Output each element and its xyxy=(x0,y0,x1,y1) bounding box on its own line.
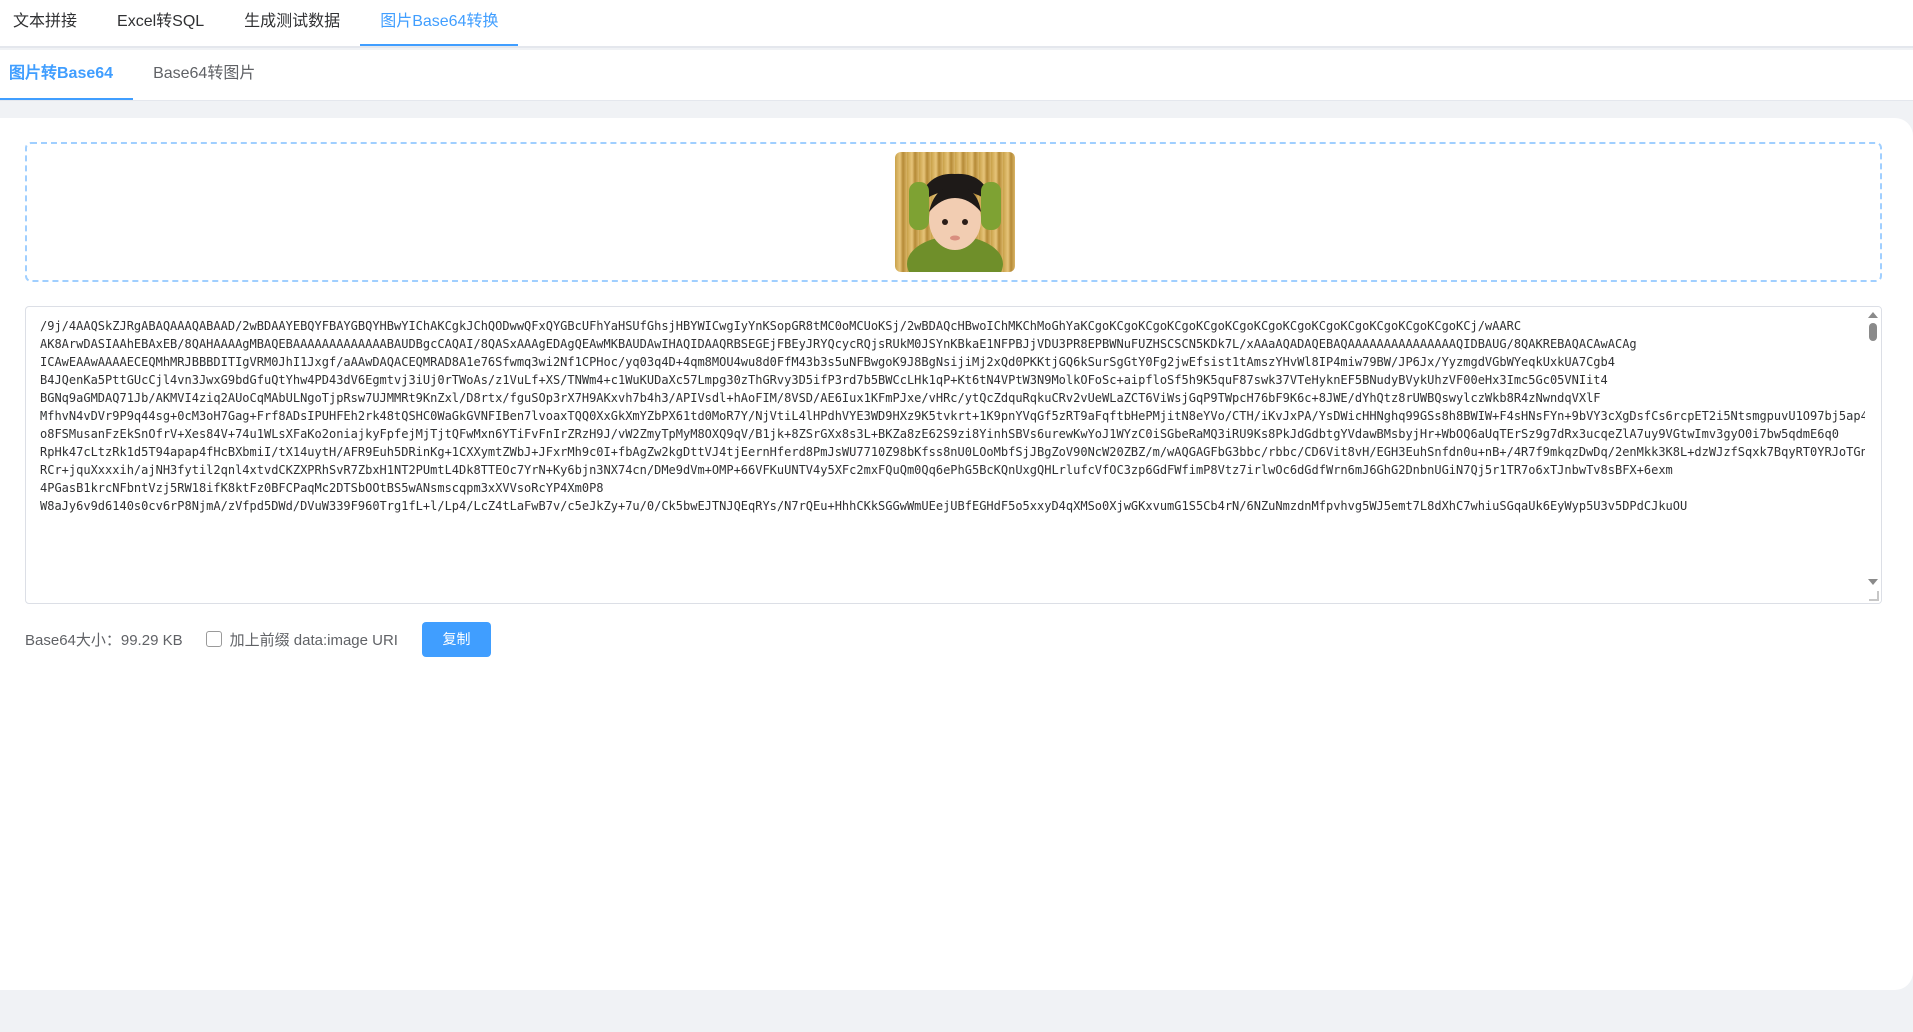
base64-output-textarea[interactable]: /9j/4AAQSkZJRgABAQAAAQABAAD/2wBDAAYEBQYF… xyxy=(26,307,1866,603)
checkbox-icon[interactable] xyxy=(205,631,222,647)
tab-excel-to-sql[interactable]: Excel转SQL xyxy=(97,0,224,46)
image-upload-dropzone[interactable] xyxy=(25,142,1882,282)
textarea-scrollbar[interactable] xyxy=(1865,307,1881,603)
copy-button[interactable]: 复制 xyxy=(421,621,491,657)
scroll-down-arrow-icon[interactable] xyxy=(1868,579,1878,585)
base64-size-label: Base64大小：99.29 KB xyxy=(25,631,183,649)
tab-text-join[interactable]: 文本拼接 xyxy=(0,0,97,46)
data-uri-prefix-checkbox[interactable]: 加上前缀 data:image URI xyxy=(205,629,398,650)
scroll-thumb[interactable] xyxy=(1869,323,1877,341)
base64-output-box[interactable]: /9j/4AAQSkZJRgABAQAAAQABAAD/2wBDAAYEBQYF… xyxy=(25,306,1882,604)
tab-base64-to-image[interactable]: Base64转图片 xyxy=(133,50,275,100)
resize-handle-icon[interactable] xyxy=(1869,591,1879,601)
output-toolbar: Base64大小：99.29 KB 加上前缀 data:image URI 复制 xyxy=(25,621,491,657)
sub-tab-bar: 图片转Base64 Base64转图片 xyxy=(0,50,1913,101)
child-photo-icon xyxy=(907,173,1003,272)
data-uri-prefix-label[interactable]: 加上前缀 data:image URI xyxy=(230,629,398,650)
tab-image-base64[interactable]: 图片Base64转换 xyxy=(360,0,519,46)
tab-image-to-base64[interactable]: 图片转Base64 xyxy=(0,50,134,100)
uploaded-image-thumbnail xyxy=(895,152,1015,272)
tab-generate-test-data[interactable]: 生成测试数据 xyxy=(224,0,360,46)
content-panel: /9j/4AAQSkZJRgABAQAAAQABAAD/2wBDAAYEBQYF… xyxy=(0,118,1913,990)
scroll-up-arrow-icon[interactable] xyxy=(1868,312,1878,318)
top-tab-bar: 文本拼接 Excel转SQL 生成测试数据 图片Base64转换 xyxy=(0,0,1913,48)
